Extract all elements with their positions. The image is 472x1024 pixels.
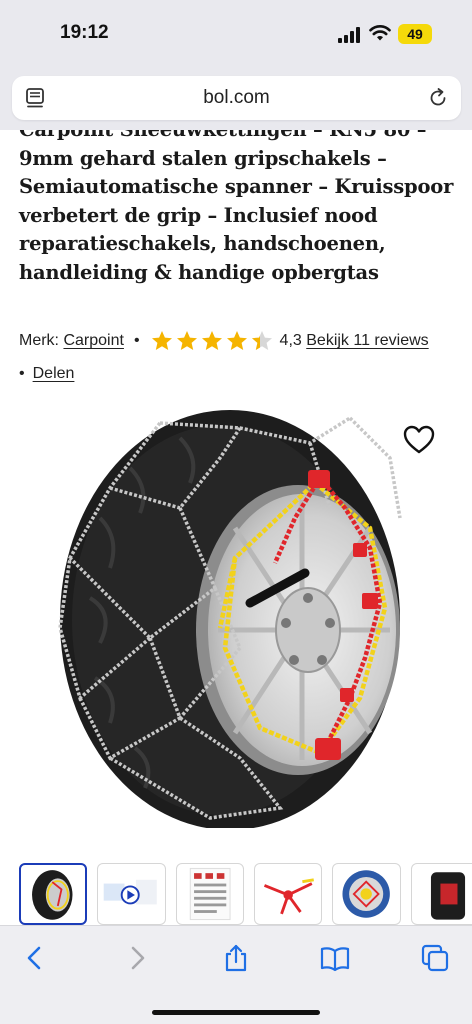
separator-bullet: •: [133, 332, 140, 349]
thumbnail-chains-in-package[interactable]: [332, 863, 401, 925]
status-time: 19:12: [60, 22, 109, 43]
star-icon: [176, 331, 197, 350]
share-row: • Delen: [19, 365, 74, 383]
battery-icon: 49: [398, 24, 432, 44]
back-icon[interactable]: [20, 943, 50, 973]
reviews-link[interactable]: Bekijk 11 reviews: [306, 332, 428, 350]
thumbnail-strip: [19, 863, 472, 925]
browser-top-chrome: 19:12 49 bol.com: [0, 0, 472, 130]
wifi-icon: [369, 25, 391, 41]
signal-icon: [338, 27, 360, 43]
page-content: Carpoint Sneeuwkettingen – KN5 80 – 9mm …: [0, 130, 472, 925]
star-half-icon: [251, 331, 272, 350]
thumbnail-instructions-sheet[interactable]: [175, 863, 245, 925]
url-text[interactable]: bol.com: [12, 87, 461, 109]
product-image[interactable]: [40, 398, 430, 828]
favorite-heart-icon[interactable]: [403, 425, 435, 455]
forward-icon[interactable]: [122, 943, 152, 973]
thumbnail-tire-with-chains[interactable]: [19, 863, 88, 925]
share-icon[interactable]: [221, 943, 251, 973]
product-meta-row: Merk: Carpoint • 4,3 Bekijk 11 reviews: [19, 328, 459, 354]
rating-stars[interactable]: [150, 329, 274, 353]
star-icon: [151, 331, 172, 350]
star-icon: [201, 331, 222, 350]
reload-icon[interactable]: [427, 87, 449, 109]
separator-bullet: •: [19, 365, 25, 382]
thumbnail-storage-bag[interactable]: [410, 863, 472, 925]
tabs-icon[interactable]: [420, 943, 450, 973]
product-title: Carpoint Sneeuwkettingen – KN5 80 – 9mm …: [19, 130, 454, 284]
rating-value: 4,3: [279, 332, 302, 349]
home-indicator: [152, 1010, 320, 1015]
star-icon: [226, 331, 247, 350]
brand-label: Merk:: [19, 332, 59, 349]
thumbnail-video[interactable]: [97, 863, 166, 925]
share-link[interactable]: Delen: [33, 365, 75, 383]
brand-link[interactable]: Carpoint: [63, 332, 123, 350]
address-bar[interactable]: bol.com: [12, 76, 461, 120]
thumbnail-red-tensioner-parts[interactable]: [254, 863, 323, 925]
bookmarks-icon[interactable]: [320, 943, 350, 973]
